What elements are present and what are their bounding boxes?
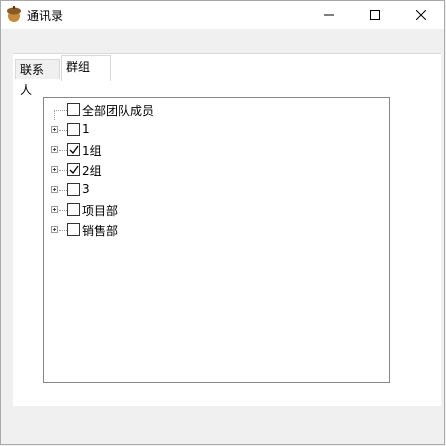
tree-item-label: 销售部 (82, 224, 119, 238)
tree-item-label: 2组 (82, 164, 102, 178)
tree-connector (54, 110, 55, 120)
minimize-button[interactable] (306, 1, 352, 29)
item-checkbox[interactable] (67, 183, 80, 196)
tree-item-label: 1 (82, 122, 90, 136)
minimize-icon (324, 14, 334, 16)
tree-item[interactable]: 1 (44, 120, 344, 140)
item-checkbox[interactable] (67, 123, 80, 136)
checkmark-icon (69, 165, 79, 175)
tree-item[interactable]: 1组 (44, 140, 344, 160)
tree-connector (59, 230, 67, 231)
tree-item[interactable]: 2组 (44, 160, 344, 180)
expand-icon[interactable] (51, 226, 58, 233)
tree-connector (59, 150, 67, 151)
contacts-window: 通讯录 联系人 群组 全部团队成员 1 1组 2组 3 项目部 销售部 (0, 0, 445, 445)
group-tree-view[interactable]: 全部团队成员 1 1组 2组 3 项目部 销售部 (43, 97, 390, 383)
tree-connector (54, 110, 67, 111)
title-bar[interactable]: 通讯录 (1, 1, 444, 29)
tree-root-item[interactable]: 全部团队成员 (44, 100, 344, 120)
root-checkbox[interactable] (67, 103, 80, 116)
tree-item-label: 3 (82, 182, 90, 196)
tree-item[interactable]: 项目部 (44, 200, 344, 220)
close-icon (416, 10, 426, 20)
window-title: 通讯录 (27, 9, 64, 23)
item-checkbox[interactable] (67, 203, 80, 216)
tree-connector (59, 170, 67, 171)
expand-icon[interactable] (51, 166, 58, 173)
checkmark-icon (69, 145, 79, 155)
maximize-button[interactable] (352, 1, 398, 29)
tree-item[interactable]: 3 (44, 180, 344, 200)
item-checkbox-checked[interactable] (67, 143, 80, 156)
tree-root-label: 全部团队成员 (82, 104, 155, 118)
tree-item[interactable]: 销售部 (44, 220, 344, 240)
expand-icon[interactable] (51, 126, 58, 133)
item-checkbox[interactable] (67, 223, 80, 236)
tab-groups[interactable]: 群组 (61, 55, 111, 81)
item-checkbox-checked[interactable] (67, 163, 80, 176)
expand-icon[interactable] (51, 186, 58, 193)
close-button[interactable] (398, 1, 444, 29)
tree-connector (59, 190, 67, 191)
tree-connector (59, 130, 67, 131)
acorn-app-icon (5, 5, 23, 23)
tree-item-label: 1组 (82, 144, 102, 158)
tree-connector (59, 210, 67, 211)
tree-item-label: 项目部 (82, 204, 119, 218)
expand-icon[interactable] (51, 146, 58, 153)
maximize-icon (370, 10, 380, 20)
tab-contacts[interactable]: 联系人 (15, 59, 60, 97)
expand-icon[interactable] (51, 206, 58, 213)
